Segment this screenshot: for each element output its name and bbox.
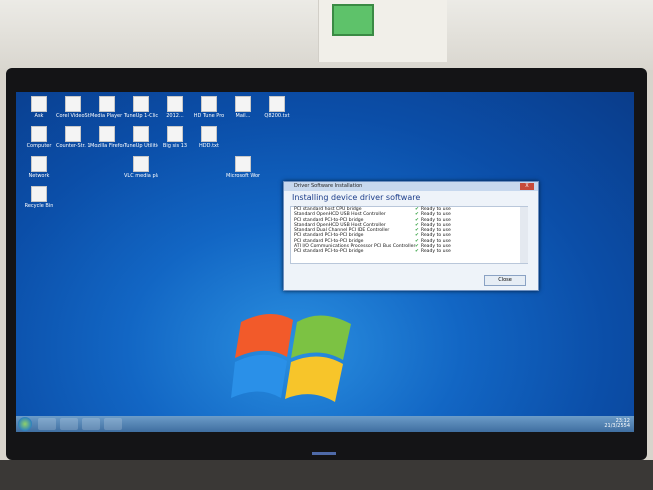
desktop-icon[interactable]: Mozilla Firefox xyxy=(90,126,124,156)
power-led xyxy=(312,452,336,455)
device-row: PCI standard PCI-to-PCI bridgeReady to u… xyxy=(291,249,527,254)
windows-logo xyxy=(231,313,351,402)
app-icon xyxy=(31,96,47,112)
green-sticker xyxy=(332,4,374,36)
app-icon xyxy=(65,126,81,142)
taskbar-button[interactable] xyxy=(60,418,78,430)
desktop-icon[interactable]: Big sis 13 xyxy=(158,126,192,156)
app-icon xyxy=(133,126,149,142)
device-list: PCI standard host CPU bridgeReady to use… xyxy=(290,206,528,264)
taskbar-button[interactable] xyxy=(82,418,100,430)
desktop-icon[interactable]: Q8200.txt xyxy=(260,96,294,126)
dialog-heading: Installing device driver software xyxy=(292,193,421,202)
desktop-icon[interactable]: Mail... xyxy=(226,96,260,126)
document-icon xyxy=(167,126,183,142)
taskbar-button[interactable] xyxy=(38,418,56,430)
system-tray: 23:12 21/3/2554 xyxy=(604,419,630,429)
desktop-icon[interactable]: Recycle Bin xyxy=(22,186,56,216)
dialog-window-title: Driver Software Installation xyxy=(294,183,363,189)
start-button[interactable] xyxy=(18,417,32,431)
desktop-icon[interactable]: Ask xyxy=(22,96,56,126)
desktop-icon[interactable]: Computer xyxy=(22,126,56,156)
desktop-icon[interactable]: Media Player Classic xyxy=(90,96,124,126)
desktop-icon[interactable]: HDD.txt xyxy=(192,126,226,156)
document-icon xyxy=(269,96,285,112)
document-icon xyxy=(201,126,217,142)
dialog-title-bar: Driver Software Installation X xyxy=(284,182,538,191)
app-icon xyxy=(201,96,217,112)
desktop-icon[interactable]: Corel VideoStudi... xyxy=(56,96,90,126)
computer-icon xyxy=(31,126,47,142)
browser-icon xyxy=(99,126,115,142)
taskbar: 23:12 21/3/2554 xyxy=(16,416,634,432)
close-button[interactable]: Close xyxy=(484,275,526,286)
desktop-icon[interactable]: TuneUp 1-Click Mai... xyxy=(124,96,158,126)
dialog-scrollbar[interactable] xyxy=(520,207,528,263)
app-icon xyxy=(235,156,251,172)
desktop-icon[interactable]: Counter-Str. 1.6 xyxy=(56,126,90,156)
app-icon xyxy=(133,96,149,112)
desk-surface xyxy=(0,460,653,490)
app-icon xyxy=(167,96,183,112)
recycle-bin-icon xyxy=(31,186,47,202)
desktop-icon[interactable]: TuneUp Utilities xyxy=(124,126,158,156)
date: 21/3/2554 xyxy=(604,423,630,429)
desktop-icon[interactable]: 2012... xyxy=(158,96,192,126)
network-icon xyxy=(31,156,47,172)
desktop-icon[interactable]: VLC media player xyxy=(124,156,158,186)
app-icon xyxy=(65,96,81,112)
app-icon xyxy=(99,96,115,112)
desktop-icon[interactable]: Microsoft Word Starter xyxy=(226,156,260,186)
desktop-icon[interactable]: HD Tune Pro xyxy=(192,96,226,126)
dialog-close-icon[interactable]: X xyxy=(520,183,534,190)
driver-install-dialog: Driver Software Installation X Installin… xyxy=(283,181,539,291)
media-player-icon xyxy=(133,156,149,172)
taskbar-button[interactable] xyxy=(104,418,122,430)
document-icon xyxy=(235,96,251,112)
desktop-icon[interactable]: Network xyxy=(22,156,56,186)
